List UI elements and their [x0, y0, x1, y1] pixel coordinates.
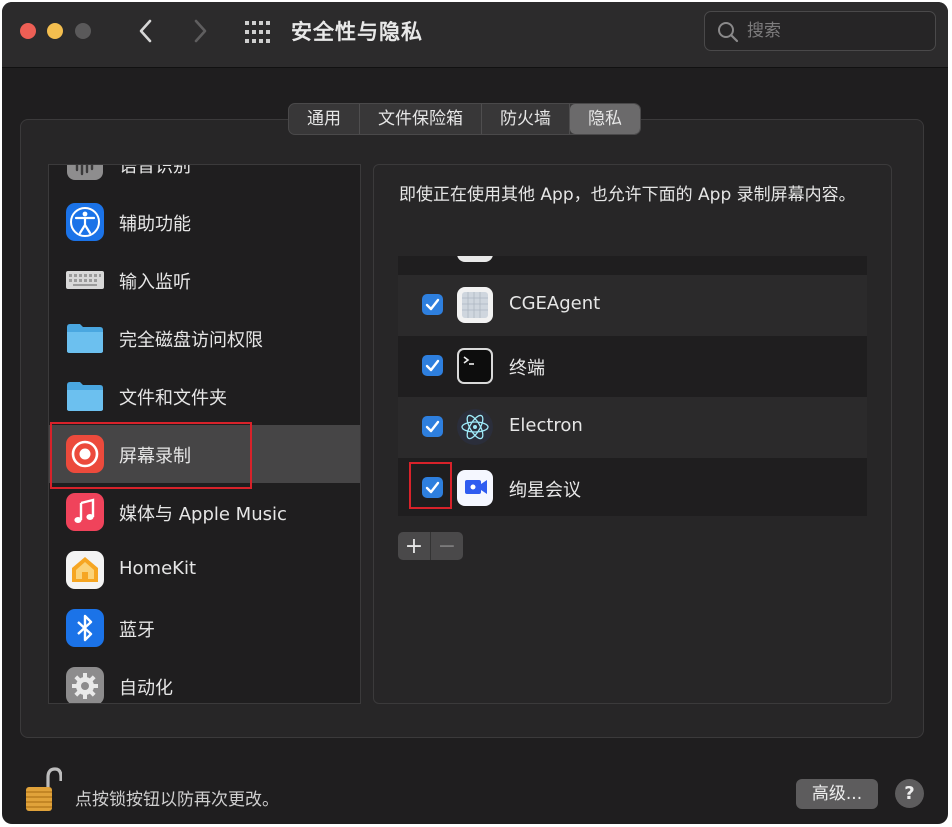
- tab-firewall[interactable]: 防火墙: [482, 104, 570, 134]
- list-item[interactable]: CGEAgent: [398, 275, 867, 336]
- help-button[interactable]: ?: [895, 779, 924, 808]
- sidebar-item-label: 辅助功能: [119, 214, 191, 235]
- tab-bar: 通用 文件保险箱 防火墙 隐私: [288, 103, 641, 135]
- sidebar-item-automation[interactable]: 自动化: [49, 657, 360, 703]
- cgeagent-icon: [457, 287, 493, 323]
- tab-general[interactable]: 通用: [289, 104, 360, 134]
- terminal-icon: [457, 348, 493, 384]
- show-all-grid-icon[interactable]: [243, 19, 271, 45]
- sidebar-item-full-disk-access[interactable]: 完全磁盘访问权限: [49, 309, 360, 367]
- search-field[interactable]: [704, 11, 936, 51]
- app-checkbox[interactable]: [422, 294, 443, 315]
- tab-privacy[interactable]: 隐私: [570, 104, 640, 134]
- minus-icon: −: [437, 533, 457, 559]
- music-icon: [66, 493, 104, 531]
- add-app-button[interactable]: +: [398, 532, 430, 560]
- app-name: 终端: [509, 358, 545, 379]
- zoom-window-button[interactable]: [75, 23, 91, 39]
- unlocked-lock-icon[interactable]: [24, 765, 62, 813]
- app-checkbox[interactable]: [422, 355, 443, 376]
- allowed-apps-list[interactable]: CGEAgent 终端 Electron 绚星会议: [398, 256, 867, 516]
- plus-icon: +: [404, 533, 424, 559]
- gear-icon: [66, 667, 104, 703]
- back-arrow-icon[interactable]: [134, 16, 158, 46]
- sidebar-item-files-and-folders[interactable]: 文件和文件夹: [49, 367, 360, 425]
- list-item[interactable]: Electron: [398, 397, 867, 458]
- sidebar-item-label: 语音识别: [119, 164, 191, 177]
- advanced-button[interactable]: 高级...: [796, 779, 878, 809]
- list-item: [398, 256, 867, 275]
- search-icon: [718, 22, 739, 43]
- sidebar-item-label: 蓝牙: [119, 620, 155, 641]
- sidebar-item-speech-recognition[interactable]: 语音识别: [49, 164, 360, 193]
- sidebar-item-label: 输入监听: [119, 272, 191, 293]
- app-name: CGEAgent: [509, 293, 601, 314]
- meeting-app-icon: [457, 470, 493, 506]
- app-name: Electron: [509, 415, 583, 436]
- folder-icon: [67, 382, 103, 411]
- tab-filevault[interactable]: 文件保险箱: [360, 104, 482, 134]
- preferences-window: 安全性与隐私 通用 文件保险箱 防火墙 隐私 语音识别: [2, 2, 948, 824]
- remove-app-button[interactable]: −: [431, 532, 463, 560]
- accessibility-icon: [66, 203, 104, 241]
- app-name: 绚星会议: [509, 480, 581, 501]
- folder-icon: [67, 324, 103, 353]
- minimize-window-button[interactable]: [47, 23, 63, 39]
- microphone-icon: [67, 165, 103, 180]
- highlight-box-checkbox: [409, 462, 452, 509]
- screen-recording-description: 即使正在使用其他 App，也允许下面的 App 录制屏幕内容。: [399, 185, 856, 205]
- sidebar-item-media-apple-music[interactable]: 媒体与 Apple Music: [49, 483, 360, 541]
- home-icon: [66, 551, 104, 589]
- list-item[interactable]: 绚星会议: [398, 458, 867, 516]
- sidebar-item-label: 媒体与 Apple Music: [119, 504, 287, 525]
- sidebar-item-label: 自动化: [119, 678, 173, 699]
- forward-arrow-icon[interactable]: [188, 16, 212, 46]
- electron-icon: [457, 409, 493, 445]
- sidebar-item-bluetooth[interactable]: 蓝牙: [49, 599, 360, 657]
- lock-hint-text: 点按锁按钮以防再次更改。: [75, 790, 279, 810]
- sidebar-item-input-monitoring[interactable]: 输入监听: [49, 251, 360, 309]
- app-icon: [457, 256, 493, 262]
- app-checkbox[interactable]: [422, 416, 443, 437]
- keyboard-icon: [66, 271, 104, 289]
- title-bar: 安全性与隐私: [2, 2, 948, 68]
- search-input[interactable]: [747, 18, 927, 44]
- highlight-box-screen-recording: [50, 422, 252, 489]
- window-title: 安全性与隐私: [291, 20, 423, 44]
- list-item[interactable]: 终端: [398, 336, 867, 397]
- sidebar-item-accessibility[interactable]: 辅助功能: [49, 193, 360, 251]
- bluetooth-icon: [66, 609, 104, 647]
- sidebar-item-label: 文件和文件夹: [119, 388, 227, 409]
- sidebar-item-label: HomeKit: [119, 558, 197, 579]
- sidebar-item-homekit[interactable]: HomeKit: [49, 541, 360, 599]
- add-remove-buttons: + −: [398, 532, 463, 560]
- sidebar-item-label: 完全磁盘访问权限: [119, 330, 263, 351]
- close-window-button[interactable]: [20, 23, 36, 39]
